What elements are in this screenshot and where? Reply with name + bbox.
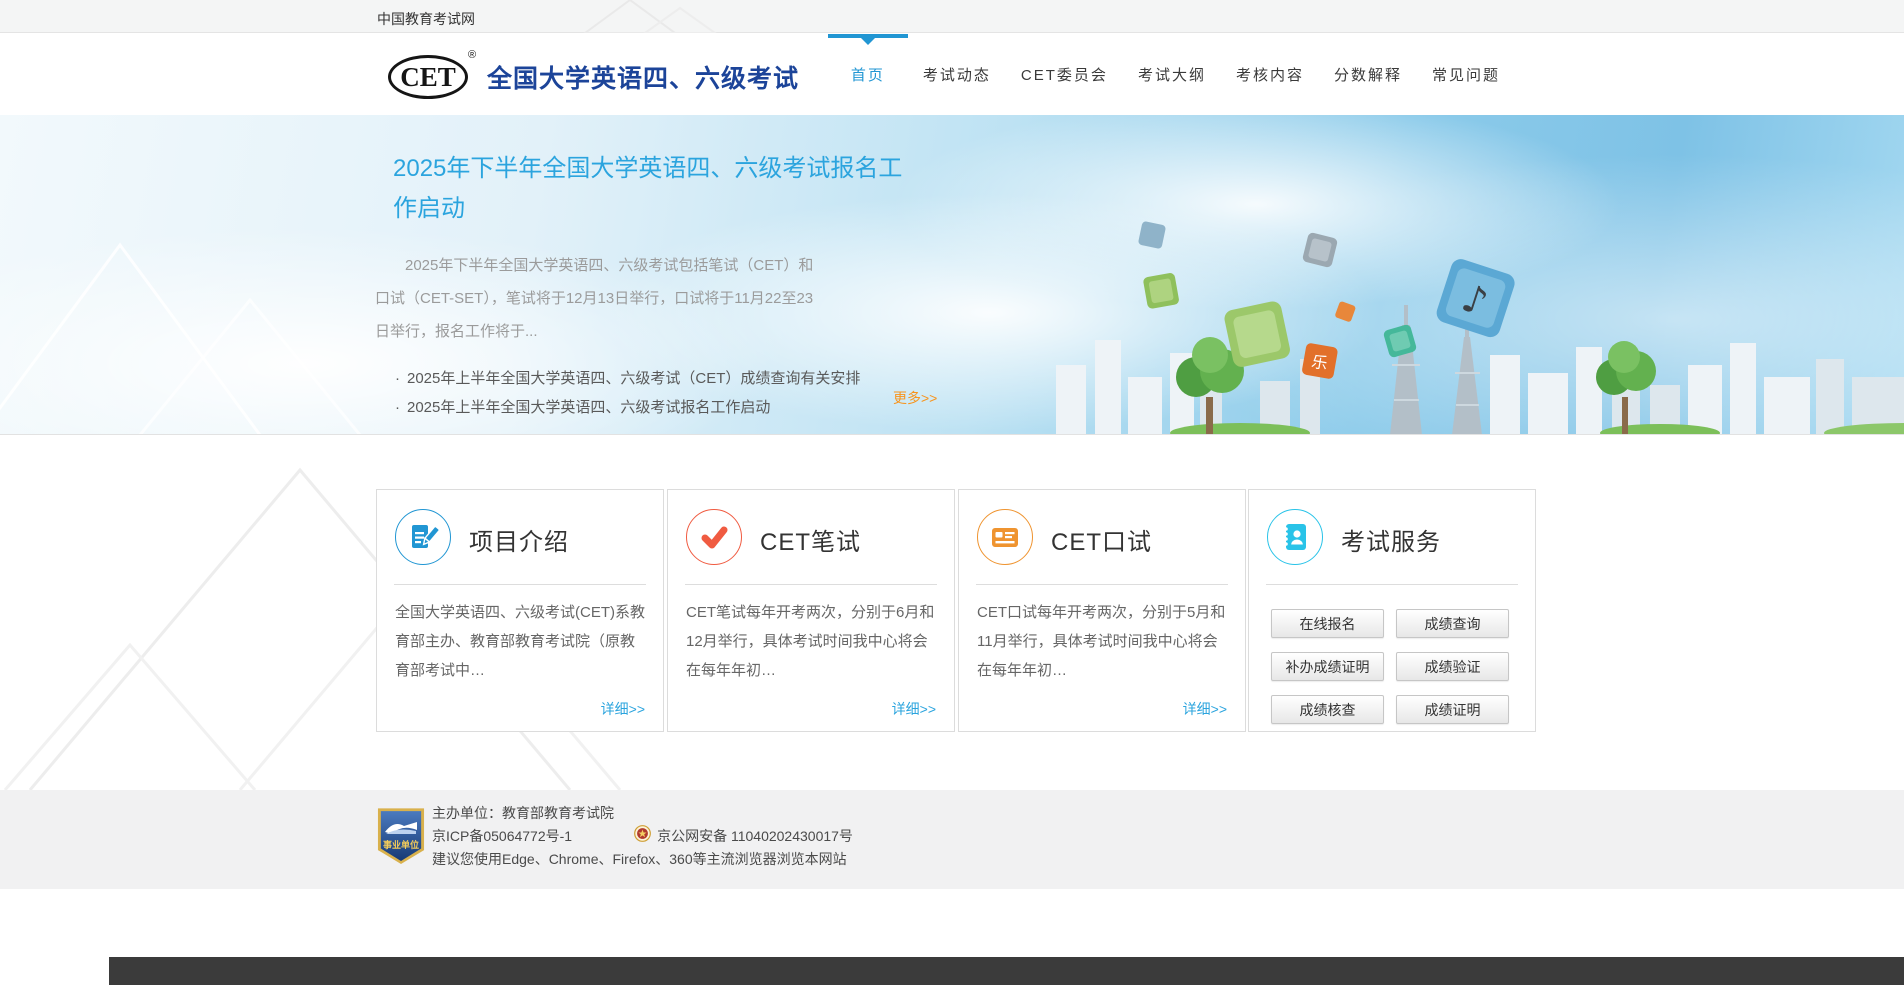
cet-logo: CET ® (388, 49, 480, 101)
icp-number: 京ICP备05064772号-1 (432, 828, 573, 844)
svg-text:乐: 乐 (1310, 353, 1329, 374)
card-title: 项目介绍 (469, 529, 569, 556)
detail-link[interactable]: 详细>> (601, 699, 645, 719)
footer: 事业单位 主办单位：教育部教育考试院 京ICP备05064772号-1 京公网安… (0, 790, 1904, 889)
nav-score-interpretation[interactable]: 分数解释 (1319, 34, 1417, 115)
card-project-intro: 项目介绍 全国大学英语四、六级考试(CET)系教育部主办、教育部教育考试院（原教… (376, 489, 664, 732)
card-header: 项目介绍 (377, 490, 663, 584)
news-list: · 2025年上半年全国大学英语四、六级考试（CET）成绩查询有关安排 · 2025… (375, 364, 945, 422)
document-edit-icon (395, 509, 451, 565)
news-link-score-query[interactable]: 2025年上半年全国大学英语四、六级考试（CET）成绩查询有关安排 (407, 370, 860, 387)
nav-home[interactable]: 首页 (827, 34, 908, 115)
hero-news: 2025年下半年全国大学英语四、六级考试报名工作启动 2025年下半年全国大学英… (375, 149, 945, 422)
card-title: CET笔试 (760, 529, 861, 556)
header: CET ® 全国大学英语四、六级考试 首页 考试动态 CET委员会 考试大纲 考… (0, 34, 1904, 115)
reissue-certificate-button[interactable]: 补办成绩证明 (1271, 652, 1384, 681)
detail-link[interactable]: 详细>> (892, 699, 936, 719)
registered-mark: ® (468, 49, 477, 61)
nav-faq[interactable]: 常见问题 (1417, 34, 1515, 115)
score-certificate-button[interactable]: 成绩证明 (1396, 695, 1509, 724)
police-badge-icon (634, 824, 651, 849)
top-bar: 中国教育考试网 (0, 0, 1904, 33)
score-recheck-button[interactable]: 成绩核查 (1271, 695, 1384, 724)
card-cet-written: CET笔试 CET笔试每年开考两次，分别于6月和12月举行，具体考试时间我中心将… (667, 489, 955, 732)
cards-section: 项目介绍 全国大学英语四、六级考试(CET)系教育部主办、教育部教育考试院（原教… (0, 435, 1904, 790)
organizer-line: 主办单位：教育部教育考试院 (432, 805, 614, 821)
institution-badge: 事业单位 (377, 808, 425, 864)
institution-badge-shield: 事业单位 (380, 811, 422, 861)
news-title-link[interactable]: 2025年下半年全国大学英语四、六级考试报名工作启动 (375, 149, 915, 229)
site-title: 全国大学英语四、六级考试 (487, 65, 800, 93)
card-body-text: CET口试每年开考两次，分别于5月和11月举行，具体考试时间我中心将会在每年年初… (977, 604, 1226, 679)
card-body-text: 全国大学英语四、六级考试(CET)系教育部主办、教育部教育考试院（原教育部考试中… (395, 604, 645, 679)
card-title: 考试服务 (1341, 529, 1441, 556)
card-header: CET笔试 (668, 490, 954, 584)
card-header: 考试服务 (1249, 490, 1535, 584)
detail-link[interactable]: 详细>> (1183, 699, 1227, 719)
score-verification-button[interactable]: 成绩验证 (1396, 652, 1509, 681)
card-cet-oral: CET口试 CET口试每年开考两次，分别于5月和11月举行，具体考试时间我中心将… (958, 489, 1246, 732)
checkmark-icon (686, 509, 742, 565)
browser-tip-line: 建议您使用Edge、Chrome、Firefox、360等主流浏览器浏览本网站 (432, 851, 847, 867)
contact-book-icon (1267, 509, 1323, 565)
news-link-registration[interactable]: 2025年上半年全国大学英语四、六级考试报名工作启动 (407, 399, 770, 416)
nav-exam-news[interactable]: 考试动态 (908, 34, 1006, 115)
triangle-watermark (583, 0, 717, 33)
bullet-marker: · (395, 370, 400, 387)
police-registration-link[interactable]: 京公网安备 11040202430017号 (657, 825, 853, 848)
footer-info: 主办单位：教育部教育考试院 京ICP备05064772号-1 京公网安备 110… (432, 802, 853, 871)
cet-logo-oval: CET (388, 55, 468, 99)
news-excerpt: 2025年下半年全国大学英语四、六级考试包括笔试（CET）和口试（CET-SET… (375, 257, 814, 340)
score-query-button[interactable]: 成绩查询 (1396, 609, 1509, 638)
online-registration-button[interactable]: 在线报名 (1271, 609, 1384, 638)
bullet-marker: · (395, 399, 400, 416)
card-body-text: CET笔试每年开考两次，分别于6月和12月举行，具体考试时间我中心将会在每年年初… (686, 604, 935, 679)
more-link[interactable]: 更多>> (893, 388, 937, 408)
badge-mountain-art (385, 822, 417, 834)
registration-line: 京ICP备05064772号-1 京公网安备 11040202430017号 (432, 824, 853, 849)
page: 中国教育考试网 CET ® 全国大学英语四、六级考试 首页 考试动态 CET委员… (0, 0, 1904, 985)
divider (1266, 584, 1518, 585)
card-exam-services: 考试服务 在线报名 成绩查询 补办成绩证明 成绩验证 成绩核查 成绩证明 (1248, 489, 1536, 732)
nav-assessment-content[interactable]: 考核内容 (1221, 34, 1319, 115)
list-item: · 2025年上半年全国大学英语四、六级考试报名工作启动 (395, 393, 945, 422)
hero-illustration: ♪ 乐 (0, 221, 1904, 434)
cet-logo-text: CET (400, 61, 456, 92)
list-item: · 2025年上半年全国大学英语四、六级考试（CET）成绩查询有关安排 (395, 364, 945, 393)
id-card-icon (977, 509, 1033, 565)
main-nav: 首页 考试动态 CET委员会 考试大纲 考核内容 分数解释 常见问题 (827, 34, 1515, 115)
badge-label: 事业单位 (382, 840, 419, 850)
card-header: CET口试 (959, 490, 1245, 584)
hero-banner: ♪ 乐 2025年下半年全国大学英语四、六级考试报名工作启动 2025年下半年全… (0, 115, 1904, 435)
nav-exam-syllabus[interactable]: 考试大纲 (1123, 34, 1221, 115)
bottom-bar (109, 957, 1904, 985)
card-title: CET口试 (1051, 529, 1152, 556)
site-link[interactable]: 中国教育考试网 (377, 9, 475, 29)
nav-cet-committee[interactable]: CET委员会 (1006, 34, 1123, 115)
